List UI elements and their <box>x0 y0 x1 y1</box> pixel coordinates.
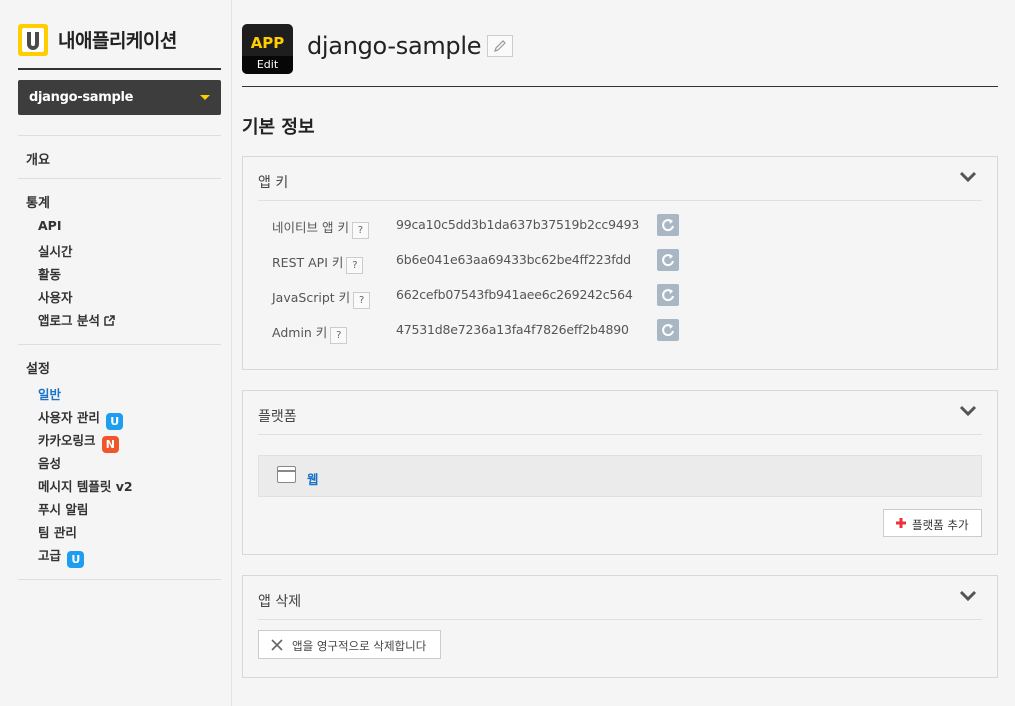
add-platform-button[interactable]: 플랫폼 추가 <box>883 509 982 537</box>
divider <box>18 135 221 136</box>
nav-item-user-management[interactable]: 사용자 관리 U <box>38 407 124 430</box>
key-label-text: REST API 키 <box>272 255 344 270</box>
key-value: 99ca10c5dd3b1da637b37519b2cc9493 <box>396 217 640 232</box>
refresh-key-button[interactable] <box>657 319 679 341</box>
header-divider <box>242 86 998 87</box>
nav-item-label: 고급 <box>38 548 62 563</box>
add-platform-label: 플랫폼 추가 <box>912 518 969 532</box>
pencil-icon <box>494 40 506 52</box>
divider <box>18 178 221 179</box>
delete-app-panel: 앱 삭제 앱을 영구적으로 삭제합니다 <box>242 575 998 678</box>
key-label-text: Admin 키 <box>272 325 328 340</box>
refresh-key-button[interactable] <box>657 284 679 306</box>
panel-divider <box>258 619 982 620</box>
app-icon-edit-button[interactable]: APP Edit <box>242 24 293 74</box>
edit-name-button[interactable] <box>487 35 513 57</box>
key-label: 네이티브 앱 키? <box>272 217 369 239</box>
app-logo-icon <box>18 24 48 56</box>
key-value: 662cefb07543fb941aee6c269242c564 <box>396 287 633 302</box>
panel-divider <box>258 434 982 435</box>
nav-item-kakaolink[interactable]: 카카오링크 N <box>38 430 119 453</box>
nav-item-team-management[interactable]: 팀 관리 <box>38 522 77 541</box>
app-selector-dropdown[interactable]: django-sample <box>18 80 221 115</box>
new-badge: N <box>101 436 119 453</box>
panel-title: 플랫폼 <box>258 409 297 425</box>
key-label-text: 네이티브 앱 키 <box>272 220 349 235</box>
nav-item-realtime[interactable]: 실시간 <box>38 241 73 260</box>
nav-item-advanced[interactable]: 고급 U <box>38 545 85 568</box>
help-icon[interactable]: ? <box>351 222 369 239</box>
brand-header: 내애플리케이션 <box>18 22 221 70</box>
help-icon[interactable]: ? <box>353 292 371 309</box>
refresh-icon <box>662 219 674 232</box>
help-icon[interactable]: ? <box>346 257 364 274</box>
chevron-down-icon[interactable] <box>959 590 977 602</box>
nav-item-users[interactable]: 사용자 <box>38 287 73 306</box>
refresh-icon <box>662 289 674 302</box>
nav-stats-heading: 통계 <box>26 196 50 211</box>
key-label-text: JavaScript 키 <box>272 290 351 305</box>
nav-item-message-template[interactable]: 메시지 템플릿 v2 <box>38 476 133 495</box>
nav-overview[interactable]: 개요 <box>26 149 50 168</box>
refresh-key-button[interactable] <box>657 214 679 236</box>
plus-icon <box>896 518 906 528</box>
u-badge: U <box>67 551 85 568</box>
nav-item-label: 사용자 관리 <box>38 410 100 425</box>
panel-divider <box>258 200 982 201</box>
nav-item-label: 앱로그 분석 <box>38 313 100 328</box>
refresh-icon <box>662 324 674 337</box>
delete-app-label: 앱을 영구적으로 삭제합니다 <box>292 639 427 653</box>
nav-item-voice[interactable]: 음성 <box>38 453 61 472</box>
key-value: 6b6e041e63aa69433bc62be4ff223fdd <box>396 252 631 267</box>
divider <box>18 579 221 580</box>
page-title: django-sample <box>307 32 482 60</box>
u-badge: U <box>106 413 124 430</box>
nav-item-applog-analysis[interactable]: 앱로그 분석 <box>38 310 115 329</box>
chevron-down-icon[interactable] <box>959 405 977 417</box>
chevron-down-icon[interactable] <box>959 171 977 183</box>
help-icon[interactable]: ? <box>330 327 348 344</box>
app-icon-text: APP <box>250 34 285 52</box>
panel-title: 앱 삭제 <box>258 594 302 610</box>
brand-title: 내애플리케이션 <box>58 30 177 52</box>
sidebar: 내애플리케이션 django-sample 개요 통계 API 실시간 활동 사… <box>0 0 232 706</box>
key-label: JavaScript 키? <box>272 287 371 309</box>
key-label: Admin 키? <box>272 322 348 344</box>
nav-item-label: 카카오링크 <box>38 433 96 448</box>
delete-app-button[interactable]: 앱을 영구적으로 삭제합니다 <box>258 630 441 659</box>
section-title: 기본 정보 <box>242 117 315 138</box>
platform-web-link[interactable]: 웹 <box>307 469 319 488</box>
nav-item-api[interactable]: API <box>38 218 62 233</box>
key-value: 47531d8e7236a13fa4f7826eff2b4890 <box>396 322 629 337</box>
refresh-key-button[interactable] <box>657 249 679 271</box>
platform-web-row[interactable]: 웹 <box>258 455 982 497</box>
app-icon-edit-label: Edit <box>242 56 293 74</box>
divider <box>18 344 221 345</box>
caret-down-icon <box>200 95 210 100</box>
nav-item-general[interactable]: 일반 <box>38 384 61 403</box>
panel-title: 앱 키 <box>258 175 289 191</box>
nav-item-activity[interactable]: 활동 <box>38 264 61 283</box>
external-link-icon <box>104 315 115 326</box>
main-content: APP Edit django-sample 기본 정보 앱 키 네이티브 앱 … <box>232 0 1015 706</box>
refresh-icon <box>662 254 674 267</box>
key-label: REST API 키? <box>272 252 364 274</box>
app-keys-panel: 앱 키 네이티브 앱 키? 99ca10c5dd3b1da637b37519b2… <box>242 156 998 370</box>
nav-item-push-notification[interactable]: 푸시 알림 <box>38 499 88 518</box>
nav-settings-heading: 설정 <box>26 362 50 377</box>
app-selector-label: django-sample <box>29 90 134 105</box>
browser-window-icon <box>277 466 296 483</box>
platform-panel: 플랫폼 웹 플랫폼 추가 <box>242 390 998 555</box>
close-icon <box>271 639 283 651</box>
